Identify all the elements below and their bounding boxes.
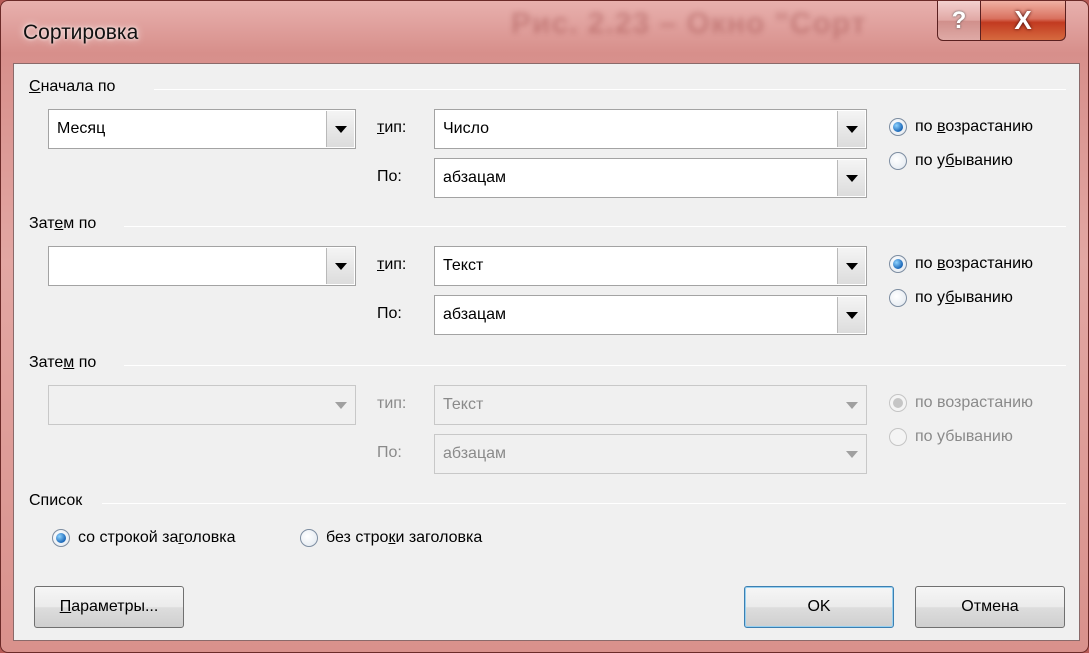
sort-type-3-select: Текст xyxy=(434,385,867,425)
sort-by-3-value: абзацам xyxy=(443,445,507,462)
section-separator xyxy=(124,226,1066,227)
without-header-radio[interactable]: без строки заголовка xyxy=(300,529,482,547)
sort-by-1-select[interactable]: абзацам xyxy=(434,158,867,198)
chevron-down-icon xyxy=(326,387,354,423)
cancel-button-label: Отмена xyxy=(961,598,1019,615)
sort-type-1-value: Число xyxy=(443,120,490,137)
background-window-title: Рис. 2.23 – Окно "Сорт xyxy=(511,7,867,40)
without-header-label: без строки заголовка xyxy=(326,529,483,546)
sort-type-2-value: Текст xyxy=(443,257,484,274)
section-title-first-rest: начала по xyxy=(40,78,116,95)
type-label-3: тип: xyxy=(377,395,407,412)
section-title-third: Затем по xyxy=(29,354,97,371)
by-label-2: По: xyxy=(377,305,402,322)
chevron-down-icon[interactable] xyxy=(326,111,354,147)
sort-by-2-value: абзацам xyxy=(443,306,507,323)
chevron-down-icon[interactable] xyxy=(837,111,865,147)
descending-radio-2[interactable]: по убыванию xyxy=(889,289,1013,307)
ascending-radio-2[interactable]: по возрастанию xyxy=(889,255,1033,273)
chevron-down-icon xyxy=(837,436,865,472)
descending-label-1: по убыванию xyxy=(915,152,1013,169)
options-button-label: Параметры... xyxy=(59,598,159,615)
sort-field-1-select[interactable]: Месяц xyxy=(48,109,356,149)
type-label-2: тип: xyxy=(377,256,407,273)
sort-by-1-value: абзацам xyxy=(443,169,507,186)
chevron-down-icon[interactable] xyxy=(837,160,865,196)
list-section-title: Список xyxy=(29,492,83,509)
ok-button-label: OK xyxy=(807,598,831,615)
descending-label-3: по убыванию xyxy=(915,428,1013,445)
ascending-radio-3: по возрастанию xyxy=(889,394,1033,412)
descending-radio-3: по убыванию xyxy=(889,428,1013,446)
sort-dialog-window: Рис. 2.23 – Окно "Сорт Сортировка ? X Сн… xyxy=(0,0,1089,653)
close-button[interactable]: X xyxy=(980,1,1066,41)
section-title-second: Затем по xyxy=(29,215,97,232)
with-header-label: со строкой заголовка xyxy=(78,529,236,546)
title-bar[interactable]: Рис. 2.23 – Окно "Сорт Сортировка ? X xyxy=(1,1,1088,63)
options-button[interactable]: Параметры... xyxy=(34,586,184,628)
sort-field-3-select xyxy=(48,385,356,425)
section-title-first: Сначала по xyxy=(29,78,116,95)
dialog-title: Сортировка xyxy=(23,21,139,44)
type-label-1: тип: xyxy=(377,119,407,136)
help-button[interactable]: ? xyxy=(937,1,981,41)
ascending-radio-1[interactable]: по возрастанию xyxy=(889,118,1033,136)
section-separator xyxy=(124,365,1066,366)
dialog-body: Сначала по Месяц тип: Число По: абзацам … xyxy=(13,63,1080,641)
section-separator xyxy=(154,89,1066,90)
section-separator xyxy=(102,503,1066,504)
radio-icon xyxy=(889,289,907,307)
chevron-down-icon[interactable] xyxy=(837,297,865,333)
chevron-down-icon xyxy=(837,387,865,423)
radio-icon xyxy=(52,529,70,547)
sort-field-1-value: Месяц xyxy=(57,120,106,137)
sort-by-3-select: абзацам xyxy=(434,434,867,474)
by-label-1: По: xyxy=(377,168,402,185)
descending-radio-1[interactable]: по убыванию xyxy=(889,152,1013,170)
with-header-radio[interactable]: со строкой заголовка xyxy=(52,529,236,547)
sort-by-2-select[interactable]: абзацам xyxy=(434,295,867,335)
cancel-button[interactable]: Отмена xyxy=(915,586,1065,628)
sort-type-2-select[interactable]: Текст xyxy=(434,246,867,286)
radio-icon xyxy=(889,118,907,136)
ascending-label-2: по возрастанию xyxy=(915,255,1034,272)
radio-icon xyxy=(889,255,907,273)
descending-label-2: по убыванию xyxy=(915,289,1013,306)
sort-type-3-value: Текст xyxy=(443,396,484,413)
ok-button[interactable]: OK xyxy=(744,586,894,628)
help-icon: ? xyxy=(951,6,967,34)
chevron-down-icon[interactable] xyxy=(837,248,865,284)
close-icon: X xyxy=(1014,5,1032,35)
sort-type-1-select[interactable]: Число xyxy=(434,109,867,149)
radio-icon xyxy=(889,152,907,170)
radio-icon xyxy=(300,529,318,547)
ascending-label-1: по возрастанию xyxy=(915,118,1034,135)
chevron-down-icon[interactable] xyxy=(326,248,354,284)
sort-field-2-select[interactable] xyxy=(48,246,356,286)
ascending-label-3: по возрастанию xyxy=(915,394,1033,411)
radio-icon xyxy=(889,428,907,446)
radio-icon xyxy=(889,394,907,412)
by-label-3: По: xyxy=(377,444,402,461)
